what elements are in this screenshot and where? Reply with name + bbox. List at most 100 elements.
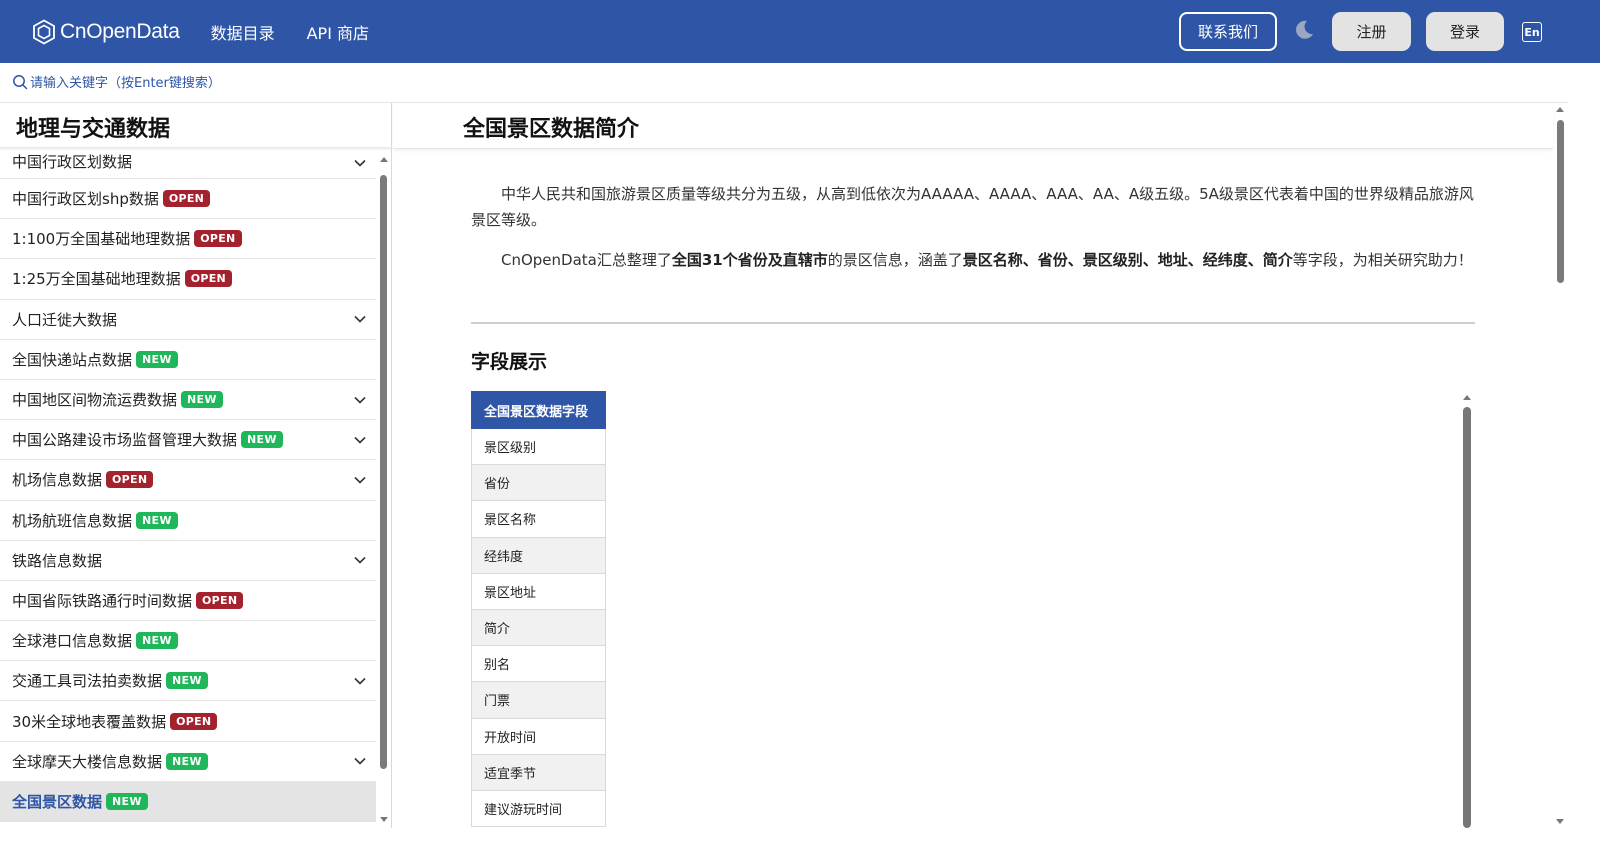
- table-scrollbar[interactable]: [1462, 393, 1472, 828]
- scroll-down-arrow-icon[interactable]: [380, 817, 388, 822]
- table-cell: 建议游玩时间: [471, 789, 606, 828]
- table-cell: 开放时间: [471, 717, 606, 755]
- chevron-down-icon[interactable]: [354, 436, 366, 444]
- sidebar-item[interactable]: 中国地区间物流运费数据 NEW: [0, 380, 376, 421]
- chevron-down-icon[interactable]: [354, 315, 366, 323]
- new-badge: NEW: [136, 350, 178, 368]
- sidebar-item-label: 中国行政区划数据: [12, 153, 133, 171]
- sidebar-item[interactable]: 中国公路建设市场监督管理大数据 NEW: [0, 420, 376, 461]
- chevron-down-icon[interactable]: [354, 396, 366, 404]
- table-row: 经纬度: [471, 536, 606, 574]
- sidebar-item-label: 30米全球地表覆盖数据: [12, 712, 167, 731]
- scrollbar-thumb[interactable]: [380, 175, 387, 769]
- logo-text: CnOpenData: [60, 19, 180, 43]
- table-cell: 省份: [471, 464, 606, 502]
- sidebar-item[interactable]: 全国景区数据 NEW: [0, 781, 376, 822]
- table-cell: 景区名称: [471, 500, 606, 538]
- top-navbar: CnOpenData 数据目录 API 商店 联系我们 注册 登录 En: [0, 0, 1600, 63]
- open-badge: OPEN: [106, 471, 154, 489]
- sidebar-item-label: 机场信息数据: [12, 471, 103, 490]
- sidebar-item[interactable]: 中国行政区划数据: [0, 151, 376, 179]
- scrollbar-thumb[interactable]: [1557, 120, 1564, 283]
- search-icon: [13, 75, 28, 90]
- scroll-up-arrow-icon[interactable]: [380, 157, 388, 162]
- sidebar-item-label: 全国景区数据: [12, 792, 103, 811]
- sidebar-item[interactable]: 全球港口信息数据 NEW: [0, 621, 376, 662]
- search-bar: [0, 63, 1568, 103]
- chevron-down-icon[interactable]: [354, 476, 366, 484]
- register-button[interactable]: 注册: [1332, 12, 1411, 51]
- table-row: 开放时间: [471, 717, 606, 755]
- sidebar-item[interactable]: 机场航班信息数据 NEW: [0, 501, 376, 541]
- new-badge: NEW: [181, 391, 223, 409]
- main-header: 全国景区数据简介: [393, 103, 1553, 149]
- sidebar-scrollbar[interactable]: [376, 151, 392, 828]
- search-input[interactable]: [30, 72, 630, 94]
- sidebar-item[interactable]: 1:100万全国基础地理数据 OPEN: [0, 219, 376, 260]
- contact-us-button[interactable]: 联系我们: [1179, 12, 1277, 51]
- sidebar-item-label: 全球港口信息数据: [12, 632, 133, 651]
- nav-api-store[interactable]: API 商店: [307, 20, 369, 44]
- sidebar-item[interactable]: 全球摩天大楼信息数据 NEW: [0, 742, 376, 782]
- table-cell: 景区级别: [471, 427, 606, 466]
- sidebar-item-label: 中国行政区划shp数据: [12, 190, 159, 209]
- sidebar-item-label: 人口迁徙大数据: [12, 310, 118, 329]
- sidebar-item-label: 中国地区间物流运费数据: [12, 391, 178, 410]
- table-row: 别名: [471, 645, 606, 683]
- open-badge: OPEN: [162, 190, 211, 208]
- page-scrollbar[interactable]: [1553, 103, 1568, 828]
- sidebar-item-label: 交通工具司法拍卖数据: [12, 672, 163, 691]
- fields-table: 全国景区数据字段 景区级别 省份 景区名称 经纬度 景区地址 简介 别名 门票 开放时间 适宜季节…: [471, 391, 606, 828]
- sidebar-title: 地理与交通数据: [16, 117, 171, 142]
- table-header: 全国景区数据字段: [471, 391, 606, 429]
- table-row: 适宜季节: [471, 753, 606, 791]
- table-row: 简介: [471, 608, 606, 647]
- sidebar-item-label: 全国快递站点数据: [12, 350, 133, 369]
- new-badge: NEW: [241, 431, 283, 449]
- table-row: 景区名称: [471, 500, 606, 538]
- chevron-down-icon[interactable]: [354, 556, 366, 564]
- sidebar-item[interactable]: 铁路信息数据: [0, 541, 376, 581]
- sidebar-item-label: 铁路信息数据: [12, 551, 103, 570]
- scrollbar-thumb[interactable]: [1463, 407, 1471, 828]
- sidebar-item[interactable]: 机场信息数据 OPEN: [0, 460, 376, 501]
- section-title: 字段展示: [471, 351, 548, 373]
- sidebar-item[interactable]: 30米全球地表覆盖数据 OPEN: [0, 701, 376, 742]
- nav-data-catalog[interactable]: 数据目录: [211, 20, 275, 44]
- table-cell: 门票: [471, 681, 606, 719]
- table-row: 建议游玩时间: [471, 789, 606, 828]
- intro-paragraph-1: 中华人民共和国旅游景区质量等级共分为五级，从高到低依次为AAAAA、AAAA、A…: [471, 185, 1474, 229]
- sidebar-item[interactable]: 中国行政区划shp数据 OPEN: [0, 179, 376, 220]
- sidebar-item-label: 中国公路建设市场监督管理大数据: [12, 431, 238, 450]
- intro-paragraph-2: CnOpenData汇总整理了全国31个省份及直辖市的景区信息，涵盖了景区名称、…: [471, 247, 1475, 273]
- scroll-up-arrow-icon[interactable]: [1463, 395, 1471, 400]
- open-badge: OPEN: [184, 270, 233, 288]
- chevron-down-icon[interactable]: [354, 677, 366, 685]
- sidebar-item[interactable]: 中国省际铁路通行时间数据 OPEN: [0, 581, 376, 622]
- logo[interactable]: CnOpenData: [32, 18, 180, 45]
- table-row: 省份: [471, 464, 606, 502]
- sidebar-item[interactable]: 人口迁徙大数据: [0, 300, 376, 340]
- sidebar-item[interactable]: 全国快递站点数据 NEW: [0, 340, 376, 380]
- sidebar-item[interactable]: 交通工具司法拍卖数据 NEW: [0, 661, 376, 702]
- login-button[interactable]: 登录: [1426, 12, 1504, 51]
- chevron-down-icon[interactable]: [354, 159, 366, 167]
- sidebar-item[interactable]: 1:25万全国基础地理数据 OPEN: [0, 259, 376, 300]
- intro-text: 中华人民共和国旅游景区质量等级共分为五级，从高到低依次为AAAAA、AAAA、A…: [471, 181, 1475, 287]
- page-title: 全国景区数据简介: [463, 117, 640, 142]
- table-row: 景区级别: [471, 427, 606, 466]
- scroll-down-arrow-icon[interactable]: [1556, 819, 1564, 824]
- scroll-up-arrow-icon[interactable]: [1556, 107, 1564, 112]
- new-badge: NEW: [106, 792, 148, 810]
- category-sidebar: 地理与交通数据 中国行政区划数据 中国行政区划shp数据 OPEN 1:100万全国基…: [0, 103, 392, 828]
- moon-icon[interactable]: [1293, 19, 1315, 41]
- open-badge: OPEN: [196, 591, 244, 609]
- hexagon-logo-icon: [33, 18, 55, 45]
- table-cell: 别名: [471, 645, 606, 683]
- language-toggle[interactable]: En: [1522, 22, 1542, 42]
- chevron-down-icon[interactable]: [354, 757, 366, 765]
- new-badge: NEW: [136, 632, 178, 650]
- section-divider: [471, 322, 1475, 324]
- new-badge: NEW: [136, 511, 178, 529]
- intro-text-segment: 的景区信息，涵盖了: [827, 251, 963, 269]
